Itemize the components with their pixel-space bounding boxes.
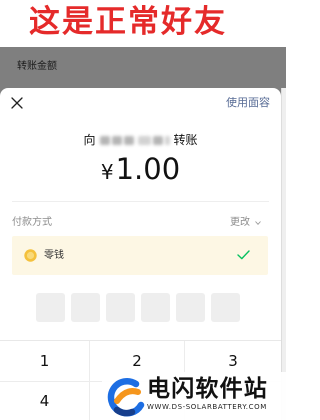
currency-symbol: ¥: [100, 160, 114, 184]
transfer-prefix: 向: [83, 133, 96, 147]
use-face-id-link[interactable]: 使用面容: [226, 96, 270, 109]
coin-icon: [24, 249, 37, 262]
payment-option-balance[interactable]: 零钱: [12, 236, 268, 275]
pin-digit-box[interactable]: [71, 293, 100, 322]
pin-digit-box[interactable]: [176, 293, 205, 322]
watermark: 电闪软件站 WWW.DS-SOLARBATTERY.COM: [102, 372, 286, 420]
pin-digit-box[interactable]: [141, 293, 170, 322]
checkmark-icon: [237, 250, 250, 260]
pin-input[interactable]: [36, 293, 240, 322]
page-heading: 这是正常好友: [29, 4, 227, 40]
payment-sheet: 使用面容 向 转账 ¥1.00 付款方式 更改 零钱 1 2 3 4: [0, 88, 281, 420]
change-payment-method-button[interactable]: 更改: [230, 216, 261, 230]
keypad-key[interactable]: 1: [0, 341, 90, 382]
background-page-title: 转账金额: [17, 61, 57, 72]
change-label: 更改: [230, 217, 250, 228]
watermark-url: WWW.DS-SOLARBATTERY.COM: [147, 403, 267, 411]
transfer-suffix: 转账: [173, 133, 198, 147]
blurred-recipient-name: [99, 134, 170, 147]
pin-digit-box[interactable]: [211, 293, 240, 322]
payment-method-label: 付款方式: [12, 217, 52, 228]
close-icon[interactable]: [11, 97, 23, 109]
pin-digit-box[interactable]: [106, 293, 135, 322]
screen-edge: [281, 88, 286, 420]
screen: 这是正常好友 转账金额 使用面容 向 转账 ¥1.00 付款方式 更改 零钱 1 …: [0, 0, 286, 420]
transfer-recipient-line: 向 转账: [0, 133, 281, 148]
pin-digit-box[interactable]: [36, 293, 65, 322]
transfer-amount: ¥1.00: [0, 152, 281, 191]
logo-mark-icon: [105, 376, 147, 418]
keypad-key[interactable]: 4: [0, 382, 90, 420]
amount-value: 1.00: [115, 152, 181, 186]
payment-option-label: 零钱: [44, 250, 64, 261]
divider: [12, 201, 269, 202]
watermark-name: 电闪软件站: [147, 376, 268, 402]
chevron-down-icon: [255, 221, 261, 225]
payment-method-row: 付款方式 更改: [12, 216, 261, 230]
